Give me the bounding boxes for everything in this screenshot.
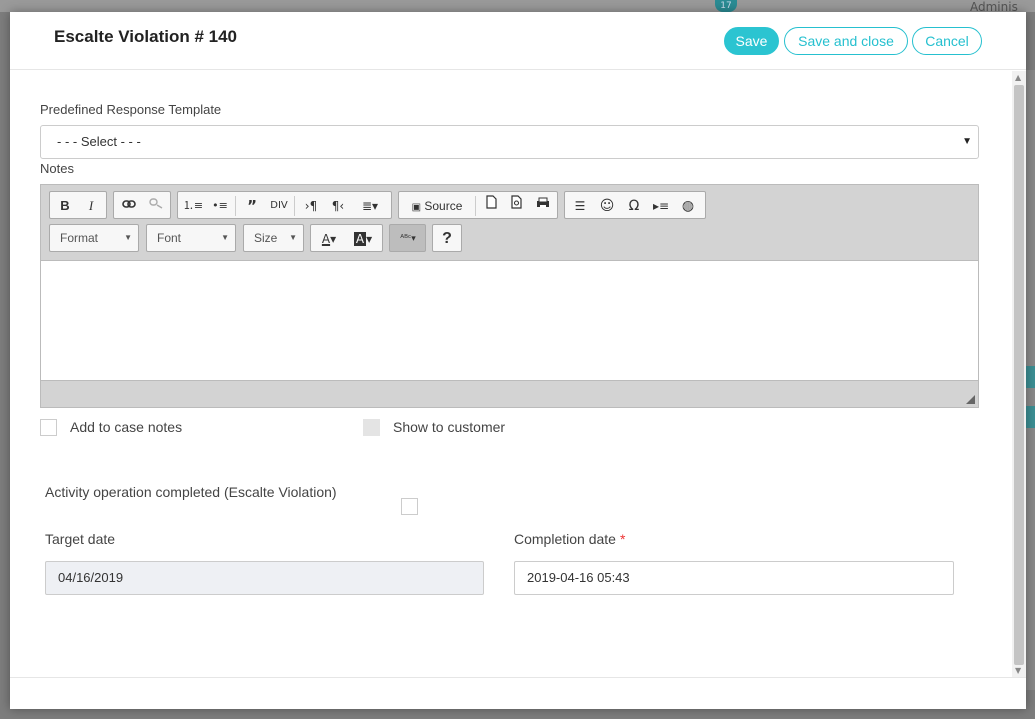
smiley-icon[interactable]: ☺ (595, 195, 619, 217)
font-dropdown[interactable]: Font ▼ (146, 224, 236, 252)
show-to-customer-label: Show to customer (393, 419, 506, 435)
template-select[interactable]: - - - Select - - - ▼ (40, 125, 979, 159)
notification-badge: 17 (715, 0, 737, 12)
spellcheck-icon[interactable]: ᴬᴮᶜ▾ (393, 228, 423, 250)
activity-completed-label: Activity operation completed (Escalte Vi… (45, 484, 337, 500)
dialog-scrollbar[interactable]: ▲ ▼ (1012, 71, 1026, 677)
size-dropdown-label: Size (254, 231, 278, 245)
save-and-close-button[interactable]: Save and close (784, 27, 908, 55)
page-break-icon[interactable]: ▸≡ (649, 195, 673, 217)
required-marker: * (619, 531, 626, 547)
toolbar-separator (294, 196, 295, 216)
scroll-down-icon[interactable]: ▼ (1015, 666, 1021, 675)
text-direction-rtl-icon[interactable]: ¶‹ (326, 195, 350, 217)
chevron-down-icon: ▼ (124, 233, 132, 242)
toolbar-group-document: ▣ Source (398, 191, 558, 219)
scroll-up-icon[interactable]: ▲ (1015, 73, 1021, 82)
italic-icon[interactable]: I (79, 195, 103, 217)
language-dropdown-icon[interactable]: ≣▾ (353, 195, 387, 217)
completion-date-label-text: Completion date (514, 531, 616, 547)
chevron-down-icon: ▼ (221, 233, 229, 242)
cancel-button[interactable]: Cancel (912, 27, 982, 55)
new-page-icon[interactable] (479, 195, 503, 217)
background-topbar (0, 0, 1035, 12)
numbered-list-icon[interactable]: ⒈≡ (181, 195, 205, 217)
toolbar-group-colors: A▾ A ▾ (310, 224, 383, 252)
div-container-icon[interactable]: DIV (267, 195, 291, 217)
toolbar-group-insert: ☰ ☺ Ω ▸≡ ◍ (564, 191, 706, 219)
save-button[interactable]: Save (724, 27, 779, 55)
preview-icon[interactable] (505, 195, 529, 217)
show-to-customer-checkbox[interactable] (363, 419, 380, 436)
special-character-icon[interactable]: Ω (622, 195, 646, 217)
print-icon[interactable] (531, 195, 555, 217)
source-button[interactable]: ▣ Source (402, 195, 472, 217)
add-to-case-notes-checkbox[interactable] (40, 419, 57, 436)
toolbar-separator (475, 196, 476, 216)
format-dropdown-label: Format (60, 231, 99, 245)
background-chip (1026, 406, 1035, 428)
dropdown-caret-icon: ▼ (962, 136, 972, 147)
dialog-footer (10, 677, 1026, 709)
format-dropdown[interactable]: Format ▼ (49, 224, 139, 252)
text-direction-ltr-icon[interactable]: ›¶ (299, 195, 323, 217)
scrollbar-thumb[interactable] (1014, 85, 1024, 665)
add-to-case-notes-label: Add to case notes (70, 419, 183, 435)
source-button-label: Source (424, 199, 463, 213)
help-button[interactable]: ? (435, 228, 459, 250)
toolbar-group-basic: B I (49, 191, 107, 219)
bulleted-list-icon[interactable]: •≡ (208, 195, 232, 217)
target-date-label: Target date (45, 531, 116, 547)
link-icon[interactable] (117, 195, 141, 217)
resize-handle-icon[interactable] (966, 395, 975, 404)
toolbar-group-links (113, 191, 171, 219)
notes-rich-text-editor: B I ⒈≡ •≡ ” DIV ›¶ ¶‹ ≣▾ ▣ Source ☰ ☺ Ω … (40, 184, 979, 408)
size-dropdown[interactable]: Size ▼ (243, 224, 304, 252)
background-color-icon[interactable]: A ▾ (348, 228, 378, 250)
activity-completed-checkbox[interactable] (401, 498, 418, 515)
source-code-icon: ▣ (411, 202, 422, 213)
unlink-icon[interactable] (144, 195, 168, 217)
dialog-header: Escalte Violation # 140 Save Save and cl… (10, 12, 1026, 70)
toolbar-separator (235, 196, 236, 216)
toolbar-group-paragraph: ⒈≡ •≡ ” DIV ›¶ ¶‹ ≣▾ (177, 191, 392, 219)
text-color-icon[interactable]: A▾ (314, 228, 344, 250)
completion-date-field[interactable]: 2019-04-16 05:43 (514, 561, 954, 595)
blockquote-icon[interactable]: ” (240, 195, 264, 217)
editor-status-bar (41, 381, 978, 407)
dialog-body: Predefined Response Template - - - Selec… (10, 71, 1012, 677)
iframe-globe-icon[interactable]: ◍ (676, 195, 700, 217)
font-dropdown-label: Font (157, 231, 182, 245)
toolbar-group-help: ? (432, 224, 462, 252)
escalate-violation-dialog: Escalte Violation # 140 Save Save and cl… (10, 12, 1026, 709)
bold-icon[interactable]: B (53, 195, 77, 217)
template-label: Predefined Response Template (40, 102, 222, 117)
completion-date-label: Completion date * (514, 531, 625, 547)
background-right-strip (1026, 70, 1035, 690)
background-chip (1026, 366, 1035, 388)
horizontal-line-icon[interactable]: ☰ (568, 195, 592, 217)
toolbar-group-spellcheck: ᴬᴮᶜ▾ (389, 224, 426, 252)
target-date-field[interactable]: 04/16/2019 (45, 561, 484, 595)
notes-editor-content[interactable] (41, 260, 978, 381)
dialog-title: Escalte Violation # 140 (54, 27, 237, 46)
chevron-down-icon: ▼ (289, 233, 297, 242)
template-select-value: - - - Select - - - (57, 134, 141, 149)
notes-label: Notes (40, 161, 74, 176)
